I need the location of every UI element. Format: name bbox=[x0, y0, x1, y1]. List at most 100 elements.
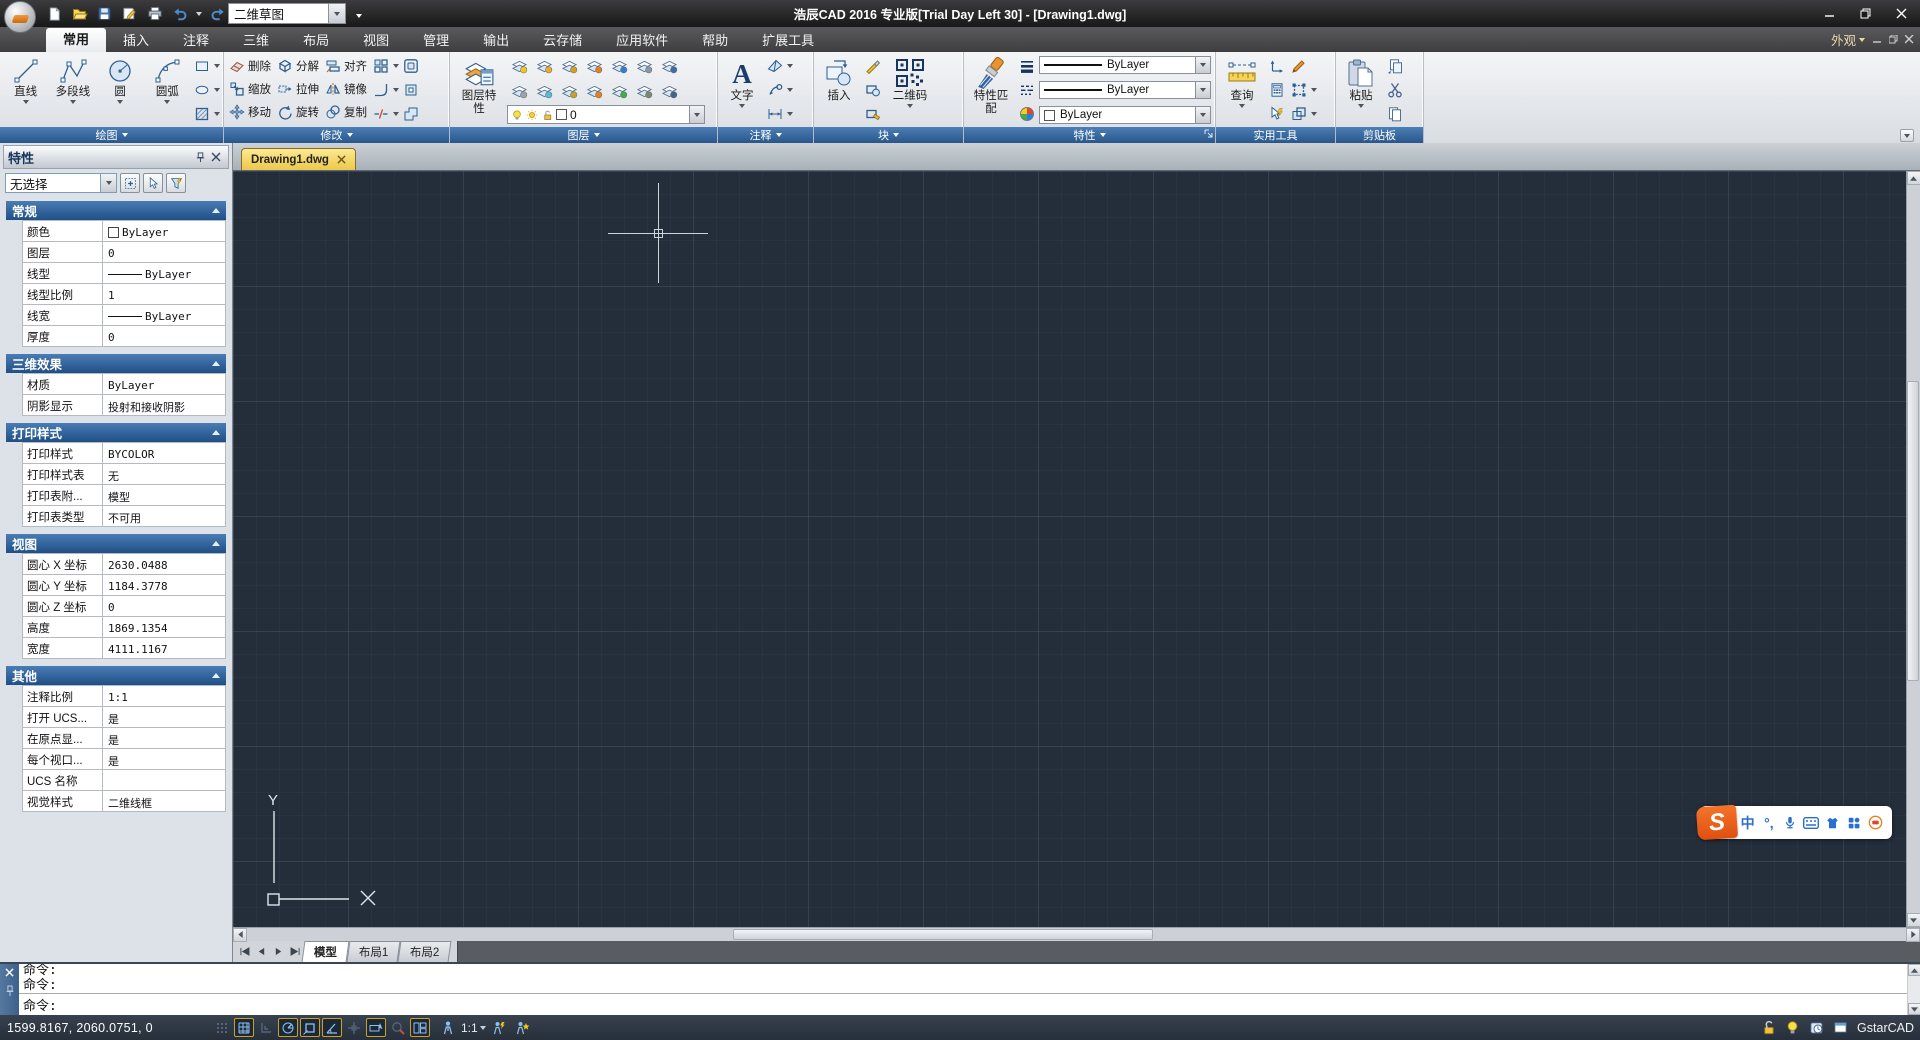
dimension-button[interactable] bbox=[765, 105, 785, 123]
select-objects-button[interactable] bbox=[143, 173, 163, 193]
scale-button[interactable]: 缩放 bbox=[227, 79, 273, 99]
layer-thaw-button[interactable] bbox=[532, 56, 556, 77]
vertical-scrollbar[interactable] bbox=[1906, 171, 1920, 927]
annotation-update-icon[interactable] bbox=[512, 1018, 532, 1037]
layer-current-button[interactable] bbox=[582, 81, 606, 102]
annotation-scale-control[interactable]: 1:1 bbox=[461, 1021, 486, 1035]
layer-off-button[interactable] bbox=[507, 81, 531, 102]
command-scroll-up-icon[interactable] bbox=[1908, 964, 1920, 976]
horizontal-scroll-thumb[interactable] bbox=[733, 929, 1153, 940]
palette-close-icon[interactable] bbox=[208, 149, 224, 165]
property-value[interactable]: ByLayer bbox=[103, 263, 225, 283]
line-button[interactable]: 直线 bbox=[3, 54, 48, 126]
annotation-visibility-icon[interactable] bbox=[438, 1018, 458, 1037]
ribbon-tab-0[interactable]: 常用 bbox=[46, 28, 107, 52]
ribbon-tab-8[interactable]: 云存储 bbox=[526, 29, 599, 52]
layer-match-button[interactable] bbox=[607, 81, 631, 102]
pline-button[interactable]: 多段线 bbox=[50, 54, 95, 126]
ime-keyboard-icon[interactable] bbox=[1801, 816, 1822, 829]
scroll-right-icon[interactable] bbox=[1906, 927, 1920, 942]
layer-states-button[interactable] bbox=[657, 56, 681, 77]
qrcode-button[interactable]: 二维码 bbox=[885, 54, 935, 126]
leader-dropdown-icon[interactable] bbox=[787, 88, 793, 92]
align-button[interactable]: 对齐 bbox=[323, 56, 369, 76]
panel-title-block[interactable]: 块 bbox=[814, 127, 963, 143]
marker-button[interactable] bbox=[1289, 57, 1309, 75]
erase-button[interactable]: 删除 bbox=[227, 56, 273, 76]
overlap-button[interactable] bbox=[1289, 105, 1309, 123]
ime-punctuation-button[interactable]: °, bbox=[1758, 815, 1779, 831]
command-close-icon[interactable] bbox=[5, 968, 14, 977]
snap-toggle[interactable] bbox=[212, 1018, 232, 1037]
vertical-scroll-thumb[interactable] bbox=[1907, 381, 1919, 681]
undo-button[interactable] bbox=[169, 3, 190, 24]
layer-properties-button[interactable]: 图层特性 bbox=[453, 54, 505, 126]
viewports-toggle[interactable] bbox=[410, 1018, 430, 1037]
palette-section-header-1[interactable]: 三维效果 bbox=[6, 354, 226, 373]
object-snap-toggle[interactable] bbox=[300, 1018, 320, 1037]
panel-title-annotate[interactable]: 注释 bbox=[718, 127, 813, 143]
layout-tab-2[interactable]: 布局2 bbox=[397, 941, 453, 962]
property-value[interactable]: ByLayer bbox=[103, 221, 225, 241]
ribbon-tab-1[interactable]: 插入 bbox=[106, 29, 166, 52]
panel-title-layer[interactable]: 图层 bbox=[450, 127, 717, 143]
property-value[interactable]: 是 bbox=[103, 728, 225, 748]
layer-lock-button[interactable] bbox=[557, 81, 581, 102]
array-button[interactable] bbox=[371, 57, 391, 75]
clock-icon[interactable] bbox=[1809, 1020, 1824, 1035]
layer-isolate-button[interactable] bbox=[582, 56, 606, 77]
panel-title-draw[interactable]: 绘图 bbox=[0, 127, 223, 143]
doc-minimize-button[interactable] bbox=[1873, 35, 1882, 44]
copy-clip-button[interactable] bbox=[1385, 105, 1405, 123]
ucs-button[interactable] bbox=[1267, 57, 1287, 75]
property-value[interactable]: 模型 bbox=[103, 485, 225, 505]
polar-toggle[interactable] bbox=[278, 1018, 298, 1037]
command-scroll-down-icon[interactable] bbox=[1908, 1003, 1920, 1015]
rect-button[interactable] bbox=[192, 57, 212, 75]
property-value[interactable]: ByLayer bbox=[103, 305, 225, 325]
layer-freeze-button[interactable] bbox=[532, 81, 556, 102]
fillet-button[interactable] bbox=[371, 81, 391, 99]
property-value[interactable]: ByLayer bbox=[103, 374, 225, 394]
fillet-dropdown-icon[interactable] bbox=[393, 88, 399, 92]
panel-title-modify[interactable]: 修改 bbox=[224, 127, 449, 143]
ime-toolbox-icon[interactable] bbox=[1843, 816, 1864, 830]
save-as-button[interactable] bbox=[119, 3, 140, 24]
property-value[interactable]: 无 bbox=[103, 464, 225, 484]
open-button[interactable] bbox=[69, 3, 90, 24]
ime-skin-icon[interactable] bbox=[1822, 816, 1843, 830]
app-logo-icon[interactable] bbox=[4, 1, 36, 33]
panel-title-clipboard[interactable]: 剪贴板 bbox=[1336, 127, 1423, 143]
layer-on-button[interactable] bbox=[507, 56, 531, 77]
layer-unisolate-button[interactable] bbox=[607, 56, 631, 77]
property-value[interactable]: 是 bbox=[103, 749, 225, 769]
color-dropdown-icon[interactable] bbox=[1195, 107, 1210, 123]
scroll-down-icon[interactable] bbox=[1906, 913, 1920, 927]
layout-nav-next-icon[interactable] bbox=[271, 944, 286, 959]
ortho-toggle[interactable] bbox=[256, 1018, 276, 1037]
minimize-button[interactable] bbox=[1814, 4, 1844, 24]
copy-button[interactable]: 复制 bbox=[323, 102, 369, 122]
lineweight-button[interactable] bbox=[1017, 57, 1037, 75]
property-value[interactable]: 二维线框 bbox=[103, 791, 225, 811]
dynamic-input-toggle[interactable] bbox=[366, 1018, 386, 1037]
property-value[interactable]: 1:1 bbox=[103, 686, 225, 706]
property-value[interactable]: 是 bbox=[103, 707, 225, 727]
layout-nav-first-icon[interactable] bbox=[237, 944, 252, 959]
ime-chinese-mode-button[interactable]: 中 bbox=[1737, 813, 1758, 833]
plot-button[interactable] bbox=[144, 3, 165, 24]
property-value[interactable]: 2630.0488 bbox=[103, 554, 225, 574]
ribbon-tab-5[interactable]: 视图 bbox=[346, 29, 406, 52]
annotation-autoscale-icon[interactable] bbox=[489, 1018, 509, 1037]
save-button[interactable] bbox=[94, 3, 115, 24]
break-button[interactable] bbox=[371, 105, 391, 123]
palette-section-header-0[interactable]: 常规 bbox=[6, 201, 226, 220]
scroll-up-icon[interactable] bbox=[1906, 171, 1920, 185]
property-value[interactable]: 0 bbox=[103, 242, 225, 262]
color-combo[interactable]: ByLayer bbox=[1039, 106, 1211, 124]
property-value[interactable]: 0 bbox=[103, 326, 225, 346]
cut-button[interactable] bbox=[1385, 81, 1405, 99]
ribbon-tab-10[interactable]: 帮助 bbox=[685, 29, 745, 52]
horizontal-scrollbar[interactable] bbox=[233, 927, 1920, 942]
interface-lock-icon[interactable] bbox=[1761, 1020, 1776, 1035]
